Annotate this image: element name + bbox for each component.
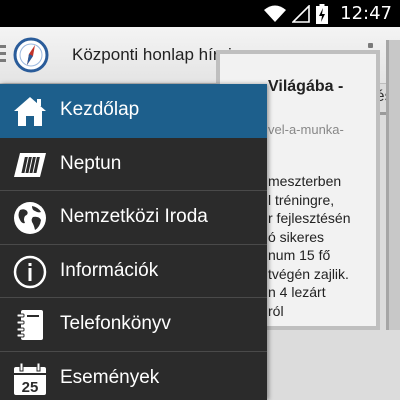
spinner-title: Központi honlap hírei: [72, 45, 232, 64]
neptun-icon: [14, 152, 46, 177]
wifi-icon: [264, 5, 287, 22]
article-url: vel-a-munka-: [268, 122, 344, 137]
drawer-item-telefonkonyv[interactable]: Telefonkönyv: [0, 298, 267, 352]
battery-icon: [316, 3, 329, 24]
article-line: ó sikeres: [268, 228, 325, 245]
phonebook-icon: [16, 310, 43, 340]
drawer-item-kezdolap[interactable]: Kezdőlap: [0, 84, 267, 138]
drawer-indicator-icon[interactable]: [0, 45, 6, 63]
drawer-item-label: Információk: [60, 259, 159, 281]
article-line: l tréningre,: [268, 191, 335, 208]
article-line: r fejlesztésén: [268, 210, 351, 226]
status-time: 12:47: [340, 3, 392, 24]
signal-icon: [292, 4, 310, 23]
calendar-day: 25: [22, 379, 39, 396]
globe-icon: [14, 202, 46, 234]
drawer-item-label: Telefonkönyv: [60, 313, 171, 335]
article-title: Világába -: [268, 78, 344, 95]
home-icon: [14, 97, 46, 126]
article-line: num 15 fő: [268, 247, 331, 263]
article-line: n 4 lezárt: [268, 284, 326, 300]
drawer-item-label: Nemzetközi Iroda: [60, 206, 208, 228]
drawer-item-neptun[interactable]: Neptun: [0, 138, 267, 191]
drawer-item-label: Kezdőlap: [60, 99, 140, 121]
drawer-item-informaciok[interactable]: Információk: [0, 245, 267, 298]
info-icon: [13, 255, 47, 288]
article-body: meszterben l tréningre, r fejlesztésén ó…: [268, 172, 380, 320]
status-bar: 12:47: [0, 0, 400, 27]
drawer-item-label: Események: [60, 366, 160, 388]
drawer-item-nemzetkozi-iroda[interactable]: Nemzetközi Iroda: [0, 191, 267, 245]
scroll-edge: [386, 40, 400, 330]
compass-icon[interactable]: [13, 37, 49, 73]
article-line: tvégén zajlik.: [268, 265, 349, 282]
calendar-icon: 25: [14, 362, 46, 396]
article-line: ról: [268, 302, 284, 319]
drawer-item-esemenyek[interactable]: 25 Események: [0, 352, 267, 400]
navigation-drawer: Kezdőlap Neptun Nemzetközi Iroda Informá…: [0, 84, 267, 400]
article-line: meszterben: [268, 173, 342, 189]
drawer-item-label: Neptun: [60, 152, 122, 174]
status-icons: 12:47: [264, 0, 392, 27]
